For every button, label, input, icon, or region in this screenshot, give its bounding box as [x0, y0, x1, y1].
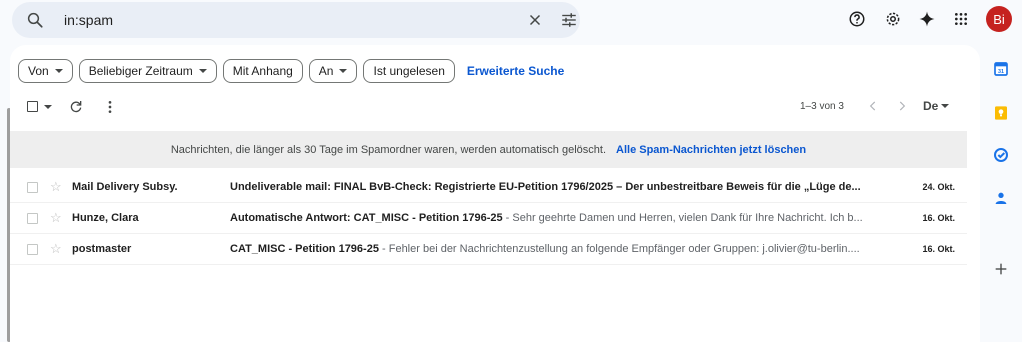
message-subject-line: Automatische Antwort: CAT_MISC - Petitio… — [230, 212, 880, 224]
input-tools-button[interactable]: De — [923, 99, 950, 113]
spam-notice-text: Nachrichten, die länger als 30 Tage im S… — [170, 143, 607, 156]
delete-all-spam-link[interactable]: Alle Spam-Nachrichten jetzt löschen — [616, 144, 806, 156]
avatar[interactable]: Bi — [986, 6, 1012, 32]
filter-chip[interactable]: Mit Anhang — [222, 59, 303, 83]
message-sender: Mail Delivery Subsy. — [72, 181, 178, 193]
apps-grid-icon[interactable] — [950, 8, 972, 30]
message-date: 16. Okt. — [922, 213, 955, 223]
top-bar: Bi — [0, 0, 1022, 40]
input-tools-label: De — [923, 99, 939, 113]
contacts-icon[interactable] — [993, 190, 1009, 206]
search-options-icon[interactable] — [560, 11, 578, 29]
filter-chip[interactable]: Beliebiger Zeitraum — [78, 59, 217, 83]
more-options-icon[interactable] — [102, 99, 118, 115]
message-row[interactable]: ☆ Hunze, Clara Automatische Antwort: CAT_M… — [10, 203, 967, 234]
message-subject: Undeliverable mail: FINAL BvB-Check: Reg… — [230, 181, 861, 193]
message-checkbox[interactable] — [27, 213, 38, 224]
filter-chip-label: Ist ungelesen — [373, 64, 445, 78]
side-panel: 31 — [985, 45, 1022, 342]
clear-search-icon[interactable] — [526, 11, 544, 29]
message-list: ☆ Mail Delivery Subsy. Undeliverable mail:… — [10, 172, 967, 265]
tasks-icon[interactable] — [993, 147, 1009, 163]
main-panel: Von Beliebiger Zeitraum Mit Anhang An Ist un… — [10, 45, 980, 342]
chevron-down-icon — [198, 69, 207, 73]
message-sender: Hunze, Clara — [72, 212, 139, 224]
star-icon[interactable]: ☆ — [50, 210, 62, 226]
chevron-left-icon[interactable] — [866, 99, 880, 113]
message-subject: Automatische Antwort: CAT_MISC - Petitio… — [230, 212, 503, 224]
pagination-range: 1–3 von 3 — [800, 101, 844, 112]
message-date: 24. Okt. — [922, 182, 955, 192]
spam-notice: Nachrichten, die länger als 30 Tage im S… — [10, 131, 967, 168]
filter-chip-label: An — [318, 64, 334, 78]
message-subject-line: Undeliverable mail: FINAL BvB-Check: Reg… — [230, 181, 880, 193]
keep-icon[interactable] — [993, 105, 1009, 121]
chevron-down-icon — [339, 69, 348, 73]
advanced-search-link[interactable]: Erweiterte Suche — [467, 64, 564, 78]
message-sender: postmaster — [72, 243, 132, 255]
message-snippet: - Fehler bei der Nachrichtenzustellung a… — [378, 243, 860, 255]
message-row[interactable]: ☆ Mail Delivery Subsy. Undeliverable mail:… — [10, 172, 967, 203]
list-toolbar: 1–3 von 3 De — [10, 95, 980, 121]
message-snippet: - Sehr geehrte Damen und Herren, vielen … — [502, 212, 863, 224]
refresh-icon[interactable] — [68, 99, 84, 115]
help-icon[interactable] — [846, 8, 868, 30]
message-checkbox[interactable] — [27, 244, 38, 255]
star-icon[interactable]: ☆ — [50, 241, 62, 257]
chevron-right-icon[interactable] — [895, 99, 909, 113]
message-subject-line: CAT_MISC - Petition 1796-25 - Fehler bei… — [230, 243, 880, 255]
filter-chip-label: Beliebiger Zeitraum — [88, 64, 193, 78]
select-dropdown-icon[interactable] — [44, 105, 52, 109]
message-row[interactable]: ☆ postmaster CAT_MISC - Petition 1796-25 -… — [10, 234, 967, 265]
filter-chip[interactable]: Ist ungelesen — [363, 59, 455, 83]
settings-icon[interactable] — [882, 8, 904, 30]
filter-chip[interactable]: Von — [18, 59, 73, 83]
search-input[interactable] — [64, 10, 484, 30]
chevron-down-icon — [54, 69, 63, 73]
message-date: 16. Okt. — [922, 244, 955, 254]
search-bar[interactable] — [12, 2, 580, 38]
filter-chip-label: Mit Anhang — [232, 64, 293, 78]
message-subject: CAT_MISC - Petition 1796-25 — [230, 243, 379, 255]
filter-chip-label: Von — [28, 64, 49, 78]
add-icon[interactable] — [993, 261, 1009, 277]
filter-chip[interactable]: An — [308, 59, 358, 83]
search-icon[interactable] — [26, 11, 44, 29]
star-icon[interactable]: ☆ — [50, 179, 62, 195]
message-checkbox[interactable] — [27, 182, 38, 193]
svg-text:31: 31 — [998, 69, 1004, 75]
select-all-checkbox[interactable] — [27, 101, 38, 112]
calendar-icon[interactable]: 31 — [993, 61, 1009, 77]
chevron-down-icon — [941, 104, 950, 108]
filter-chips: Von Beliebiger Zeitraum Mit Anhang An Ist un… — [18, 58, 564, 84]
gemini-icon[interactable] — [916, 8, 938, 30]
